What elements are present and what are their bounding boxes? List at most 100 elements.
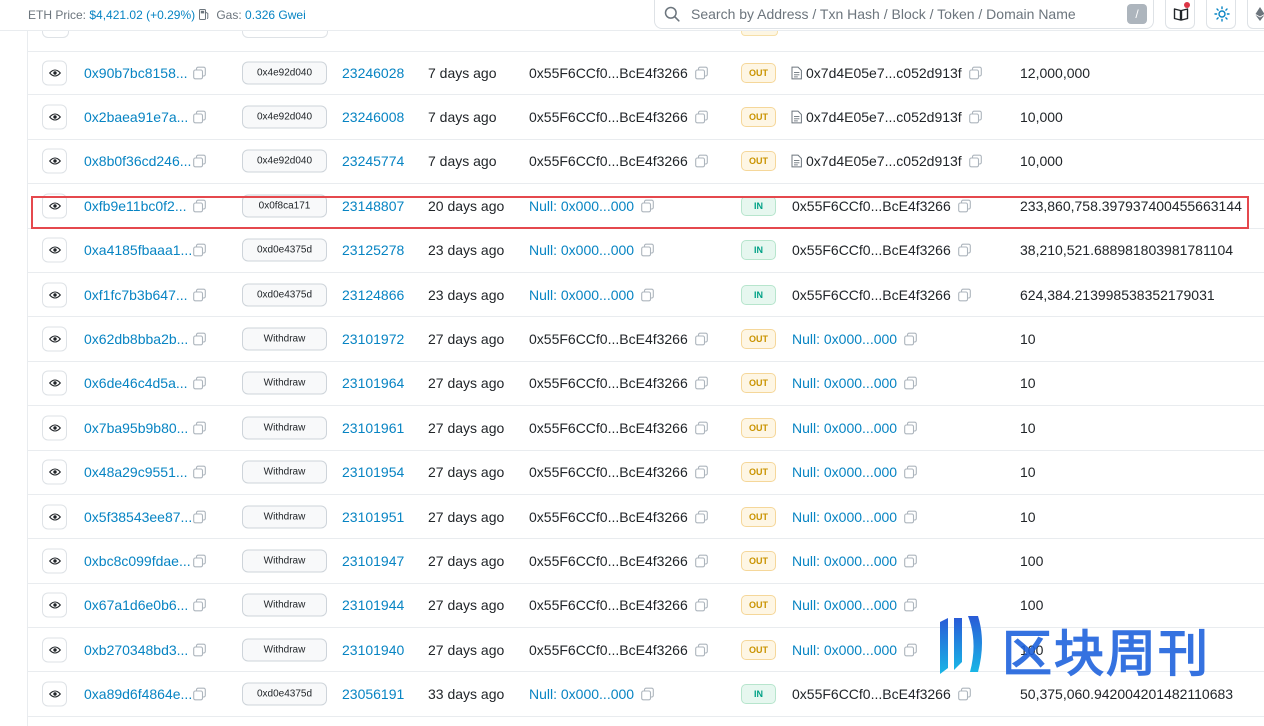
to-address[interactable]: Null: 0x000...000 <box>792 642 897 658</box>
block-link[interactable]: 23246028 <box>342 65 404 81</box>
copy-icon[interactable] <box>904 421 917 435</box>
view-details-button[interactable] <box>42 370 67 396</box>
txn-hash-link[interactable]: 0x7ba95b9b80... <box>84 420 188 436</box>
copy-icon[interactable] <box>904 465 917 479</box>
copy-icon[interactable] <box>904 332 917 346</box>
txn-hash-link[interactable]: 0xa4185fbaaa1... <box>84 242 192 258</box>
from-address[interactable]: 0x55F6CCf0...BcE4f3266 <box>529 109 688 125</box>
view-details-button[interactable] <box>42 459 67 485</box>
copy-icon[interactable] <box>904 599 917 612</box>
copy-icon[interactable] <box>193 510 206 523</box>
copy-icon[interactable] <box>193 599 206 612</box>
txn-hash-link[interactable]: 0x6de46c4d5a... <box>84 375 188 391</box>
copy-icon[interactable] <box>193 66 206 80</box>
copy-icon[interactable] <box>694 377 708 390</box>
copy-icon[interactable] <box>904 377 917 390</box>
copy-icon[interactable] <box>957 288 971 301</box>
view-details-button[interactable] <box>42 681 67 707</box>
copy-icon[interactable] <box>193 199 206 213</box>
copy-icon[interactable] <box>694 66 708 80</box>
view-details-button[interactable] <box>42 104 67 130</box>
copy-icon[interactable] <box>193 243 206 257</box>
view-details-button[interactable] <box>42 282 67 308</box>
from-address[interactable]: Null: 0x000...000 <box>529 686 634 702</box>
to-address[interactable]: Null: 0x000...000 <box>792 597 897 613</box>
block-link[interactable]: 23124866 <box>342 287 404 303</box>
from-address[interactable]: 0x55F6CCf0...BcE4f3266 <box>529 420 688 436</box>
view-details-button[interactable] <box>42 415 67 441</box>
copy-icon[interactable] <box>957 687 971 701</box>
view-details-button[interactable] <box>42 193 67 219</box>
view-details-button[interactable] <box>42 504 67 530</box>
copy-icon[interactable] <box>694 554 708 568</box>
network-button[interactable] <box>1247 0 1264 29</box>
reader-button[interactable] <box>1165 0 1195 29</box>
block-link[interactable]: 23101964 <box>342 375 404 391</box>
copy-icon[interactable] <box>694 465 708 479</box>
txn-hash-link[interactable]: 0xbc8c099fdae... <box>84 553 191 569</box>
from-address[interactable]: Null: 0x000...000 <box>529 287 634 303</box>
from-address[interactable]: 0x55F6CCf0...BcE4f3266 <box>529 642 688 658</box>
copy-icon[interactable] <box>193 465 206 479</box>
copy-icon[interactable] <box>694 510 708 523</box>
from-address[interactable]: 0x55F6CCf0...BcE4f3266 <box>529 65 688 81</box>
from-address[interactable]: Null: 0x000...000 <box>529 242 634 258</box>
eth-price-value[interactable]: $4,421.02 (+0.29%) <box>89 8 195 22</box>
view-details-button[interactable] <box>42 326 67 352</box>
copy-icon[interactable] <box>193 288 206 301</box>
to-address[interactable]: 0x55F6CCf0...BcE4f3266 <box>792 198 951 214</box>
txn-hash-link[interactable]: 0x62db8bba2b... <box>84 331 188 347</box>
block-link[interactable]: 23101954 <box>342 464 404 480</box>
block-link[interactable]: 23101961 <box>342 420 404 436</box>
search-input[interactable]: Search by Address / Txn Hash / Block / T… <box>691 6 1076 22</box>
to-address[interactable]: 0x7d4E05e7...c052d913f <box>806 65 962 81</box>
to-address[interactable]: 0x55F6CCf0...BcE4f3266 <box>792 686 951 702</box>
to-address[interactable]: 0x7d4E05e7...c052d913f <box>806 109 962 125</box>
view-details-button[interactable] <box>42 237 67 263</box>
copy-icon[interactable] <box>694 332 708 346</box>
copy-icon[interactable] <box>193 110 206 124</box>
txn-hash-link[interactable]: 0x67a1d6e0b6... <box>84 597 188 613</box>
block-link[interactable]: 23148807 <box>342 198 404 214</box>
to-address[interactable]: 0x7d4E05e7...c052d913f <box>806 153 962 169</box>
to-address[interactable]: Null: 0x000...000 <box>792 375 897 391</box>
view-details-button[interactable] <box>42 637 67 663</box>
txn-hash-link[interactable]: 0xf1fc7b3b647... <box>84 287 188 303</box>
copy-icon[interactable] <box>193 421 206 435</box>
copy-icon[interactable] <box>694 599 708 612</box>
from-address[interactable]: 0x55F6CCf0...BcE4f3266 <box>529 553 688 569</box>
from-address[interactable]: 0x55F6CCf0...BcE4f3266 <box>529 509 688 525</box>
copy-icon[interactable] <box>193 155 206 168</box>
copy-icon[interactable] <box>694 421 708 435</box>
view-details-button[interactable] <box>42 148 67 174</box>
from-address[interactable]: 0x55F6CCf0...BcE4f3266 <box>529 153 688 169</box>
gas-value[interactable]: 0.326 Gwei <box>245 8 306 22</box>
theme-toggle-button[interactable] <box>1206 0 1236 29</box>
txn-hash-link[interactable]: 0xfb9e11bc0f2... <box>84 198 186 214</box>
to-address[interactable]: 0x55F6CCf0...BcE4f3266 <box>792 287 951 303</box>
block-link[interactable]: 23101940 <box>342 642 404 658</box>
block-link[interactable]: 23125278 <box>342 242 404 258</box>
block-link[interactable]: 23101972 <box>342 331 404 347</box>
copy-icon[interactable] <box>641 199 654 213</box>
from-address[interactable]: 0x55F6CCf0...BcE4f3266 <box>529 464 688 480</box>
block-link[interactable]: 23245774 <box>342 153 404 169</box>
copy-icon[interactable] <box>193 554 206 568</box>
copy-icon[interactable] <box>193 687 206 701</box>
txn-hash-link[interactable]: 0x5f38543ee87... <box>84 509 192 525</box>
block-link[interactable]: 23101951 <box>342 509 404 525</box>
copy-icon[interactable] <box>694 643 708 657</box>
copy-icon[interactable] <box>904 554 917 568</box>
from-address[interactable]: 0x55F6CCf0...BcE4f3266 <box>529 375 688 391</box>
to-address[interactable]: Null: 0x000...000 <box>792 509 897 525</box>
copy-icon[interactable] <box>193 377 206 390</box>
from-address[interactable]: Null: 0x000...000 <box>529 198 634 214</box>
copy-icon[interactable] <box>694 155 708 168</box>
view-details-button[interactable] <box>42 60 67 86</box>
txn-hash-link[interactable]: 0xa89d6f4864e... <box>84 686 192 702</box>
copy-icon[interactable] <box>694 110 708 124</box>
block-link[interactable]: 23246008 <box>342 109 404 125</box>
to-address[interactable]: Null: 0x000...000 <box>792 331 897 347</box>
txn-hash-link[interactable]: 0xb270348bd3... <box>84 642 188 658</box>
txn-hash-link[interactable]: 0x48a29c9551... <box>84 464 188 480</box>
